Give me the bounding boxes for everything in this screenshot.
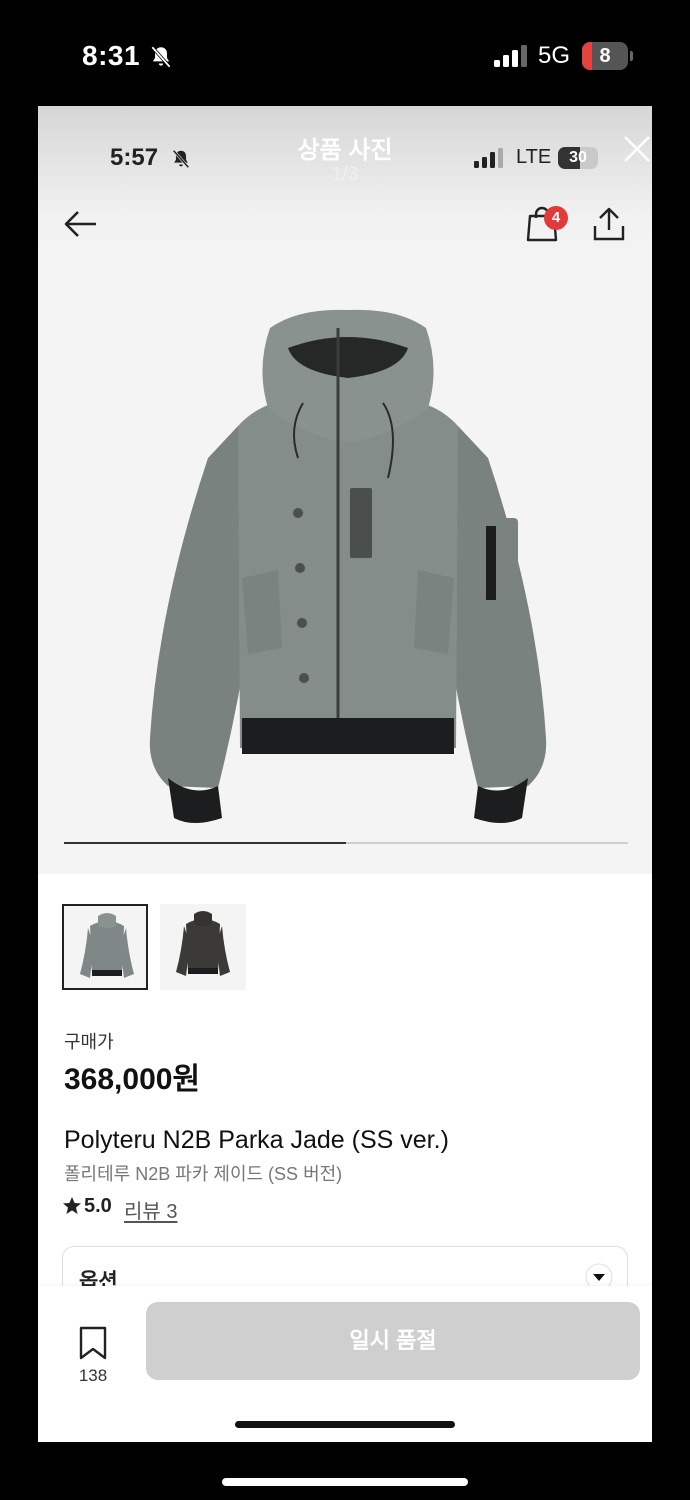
- network-type: 5G: [538, 42, 571, 69]
- jacket-thumbnail-image: [80, 913, 134, 978]
- bottom-action-bar: 138 일시 품절: [38, 1286, 652, 1442]
- bookmark-icon[interactable]: [78, 1326, 108, 1360]
- app-screen: 5:57 상품 사진 1/3 LTE 30 4 구매가 368,000원 Pol…: [38, 106, 652, 1442]
- star-icon: [63, 1197, 81, 1214]
- battery-indicator: 30: [558, 147, 598, 169]
- close-icon[interactable]: [622, 134, 652, 164]
- soldout-button[interactable]: 일시 품절: [146, 1302, 640, 1380]
- battery-indicator: 8: [582, 42, 633, 70]
- cart-badge: 4: [544, 206, 568, 230]
- photo-progress-fill: [64, 842, 346, 844]
- share-icon[interactable]: [592, 206, 626, 242]
- battery-level: 30: [569, 149, 587, 166]
- product-photo[interactable]: [38, 268, 652, 874]
- bell-muted-icon: [151, 46, 171, 68]
- battery-level: 8: [599, 45, 611, 67]
- photo-viewer-header: 5:57 상품 사진 1/3 LTE 30 4: [38, 106, 652, 268]
- price-label: 구매가: [64, 1032, 114, 1052]
- thumb-hood: [194, 911, 212, 926]
- back-arrow-icon[interactable]: [62, 208, 98, 240]
- thumbnail-1[interactable]: [62, 904, 148, 990]
- review-link[interactable]: 리뷰 3: [124, 1195, 177, 1224]
- jacket-thumbnail-image: [176, 911, 230, 976]
- product-name: Polyteru N2B Parka Jade (SS ver.): [64, 1126, 449, 1154]
- outer-status-bar: 8:31 5G 8: [0, 0, 690, 106]
- bookmark-count: 138: [78, 1366, 108, 1385]
- cellular-signal-icon: [494, 45, 527, 67]
- rating-value: 5.0: [84, 1195, 112, 1217]
- cellular-signal-icon: [474, 148, 503, 168]
- thumbnail-2[interactable]: [160, 904, 246, 990]
- outer-clock: 8:31: [82, 40, 141, 71]
- product-name-korean: 폴리테루 N2B 파카 제이드 (SS 버전): [64, 1164, 343, 1184]
- price: 368,000원: [64, 1063, 201, 1096]
- thumb-body: [186, 919, 220, 972]
- jacket-image: [149, 309, 547, 823]
- thumb-hood: [98, 913, 116, 928]
- thumb-waistband: [188, 968, 218, 974]
- home-indicator[interactable]: [222, 1478, 468, 1486]
- photo-progress: [64, 842, 628, 844]
- inner-home-indicator: [235, 1421, 455, 1428]
- thumb-body: [90, 921, 124, 974]
- network-type: LTE: [516, 146, 552, 168]
- thumb-waistband: [92, 970, 122, 976]
